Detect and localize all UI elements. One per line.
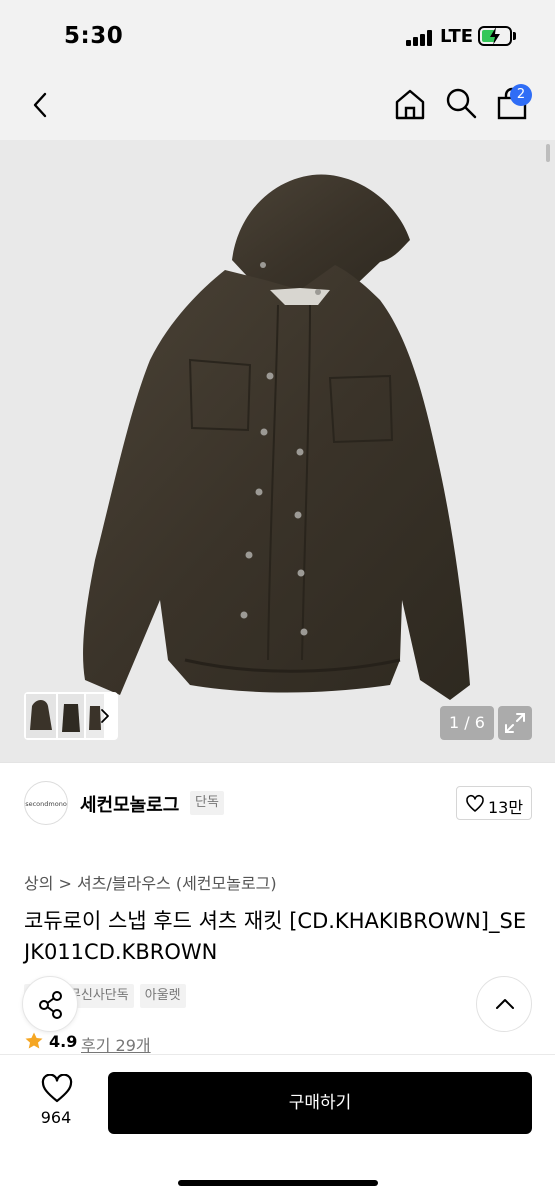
home-indicator: [178, 1180, 378, 1186]
breadcrumb-level2[interactable]: 셔츠/블라우스 (세컨모놀로그): [77, 874, 277, 893]
share-icon: [39, 991, 62, 1019]
status-bar: 5:30 LTE: [0, 0, 555, 72]
brand-like-count: 13만: [488, 798, 524, 817]
expand-button[interactable]: [498, 706, 532, 740]
brand-exclusive-tag: 단독: [190, 791, 224, 815]
product-image[interactable]: [0, 140, 555, 762]
brand-logo[interactable]: secondmono: [24, 781, 68, 825]
share-button[interactable]: [22, 976, 78, 1032]
brand-name[interactable]: 세컨모놀로그: [80, 791, 179, 817]
brand-like-button[interactable]: 13만: [456, 786, 532, 820]
heart-outline-icon[interactable]: [40, 1074, 74, 1104]
scroll-top-button[interactable]: [476, 976, 532, 1032]
network-type: LTE: [440, 26, 474, 47]
nav-bar: [0, 72, 555, 140]
search-icon[interactable]: [444, 86, 478, 120]
breadcrumb: 상의 > 셔츠/블라우스 (세컨모놀로그): [24, 870, 277, 894]
expand-icon: [505, 713, 525, 733]
wish-count: 964: [40, 1108, 72, 1127]
status-time: 5:30: [64, 23, 124, 49]
review-link[interactable]: 후기 29개: [81, 1032, 151, 1056]
product-title: 코듀로이 스냅 후드 셔츠 재킷 [CD.KHAKIBROWN]_SEJK011…: [24, 909, 527, 964]
chevron-right-icon[interactable]: [98, 708, 112, 724]
breadcrumb-level1[interactable]: 상의: [24, 874, 53, 893]
image-page-counter: 1 / 6: [440, 706, 494, 740]
buy-button[interactable]: 구매하기: [108, 1072, 532, 1134]
home-icon[interactable]: [392, 86, 428, 122]
chevron-left-icon[interactable]: [24, 88, 58, 122]
charging-bolt-icon: [490, 27, 500, 45]
divider: [0, 762, 555, 763]
heart-outline-icon: [466, 794, 484, 812]
jacket-photo: [83, 174, 470, 700]
chevron-up-icon: [496, 999, 514, 1009]
scroll-indicator[interactable]: [546, 144, 550, 162]
signal-icon: [406, 30, 432, 46]
cart-badge: 2: [510, 84, 532, 106]
product-tag: 아울렛: [139, 984, 186, 1008]
breadcrumb-separator: >: [58, 874, 72, 893]
rating-value: 4.9: [49, 1032, 78, 1051]
star-icon: [25, 1032, 43, 1049]
